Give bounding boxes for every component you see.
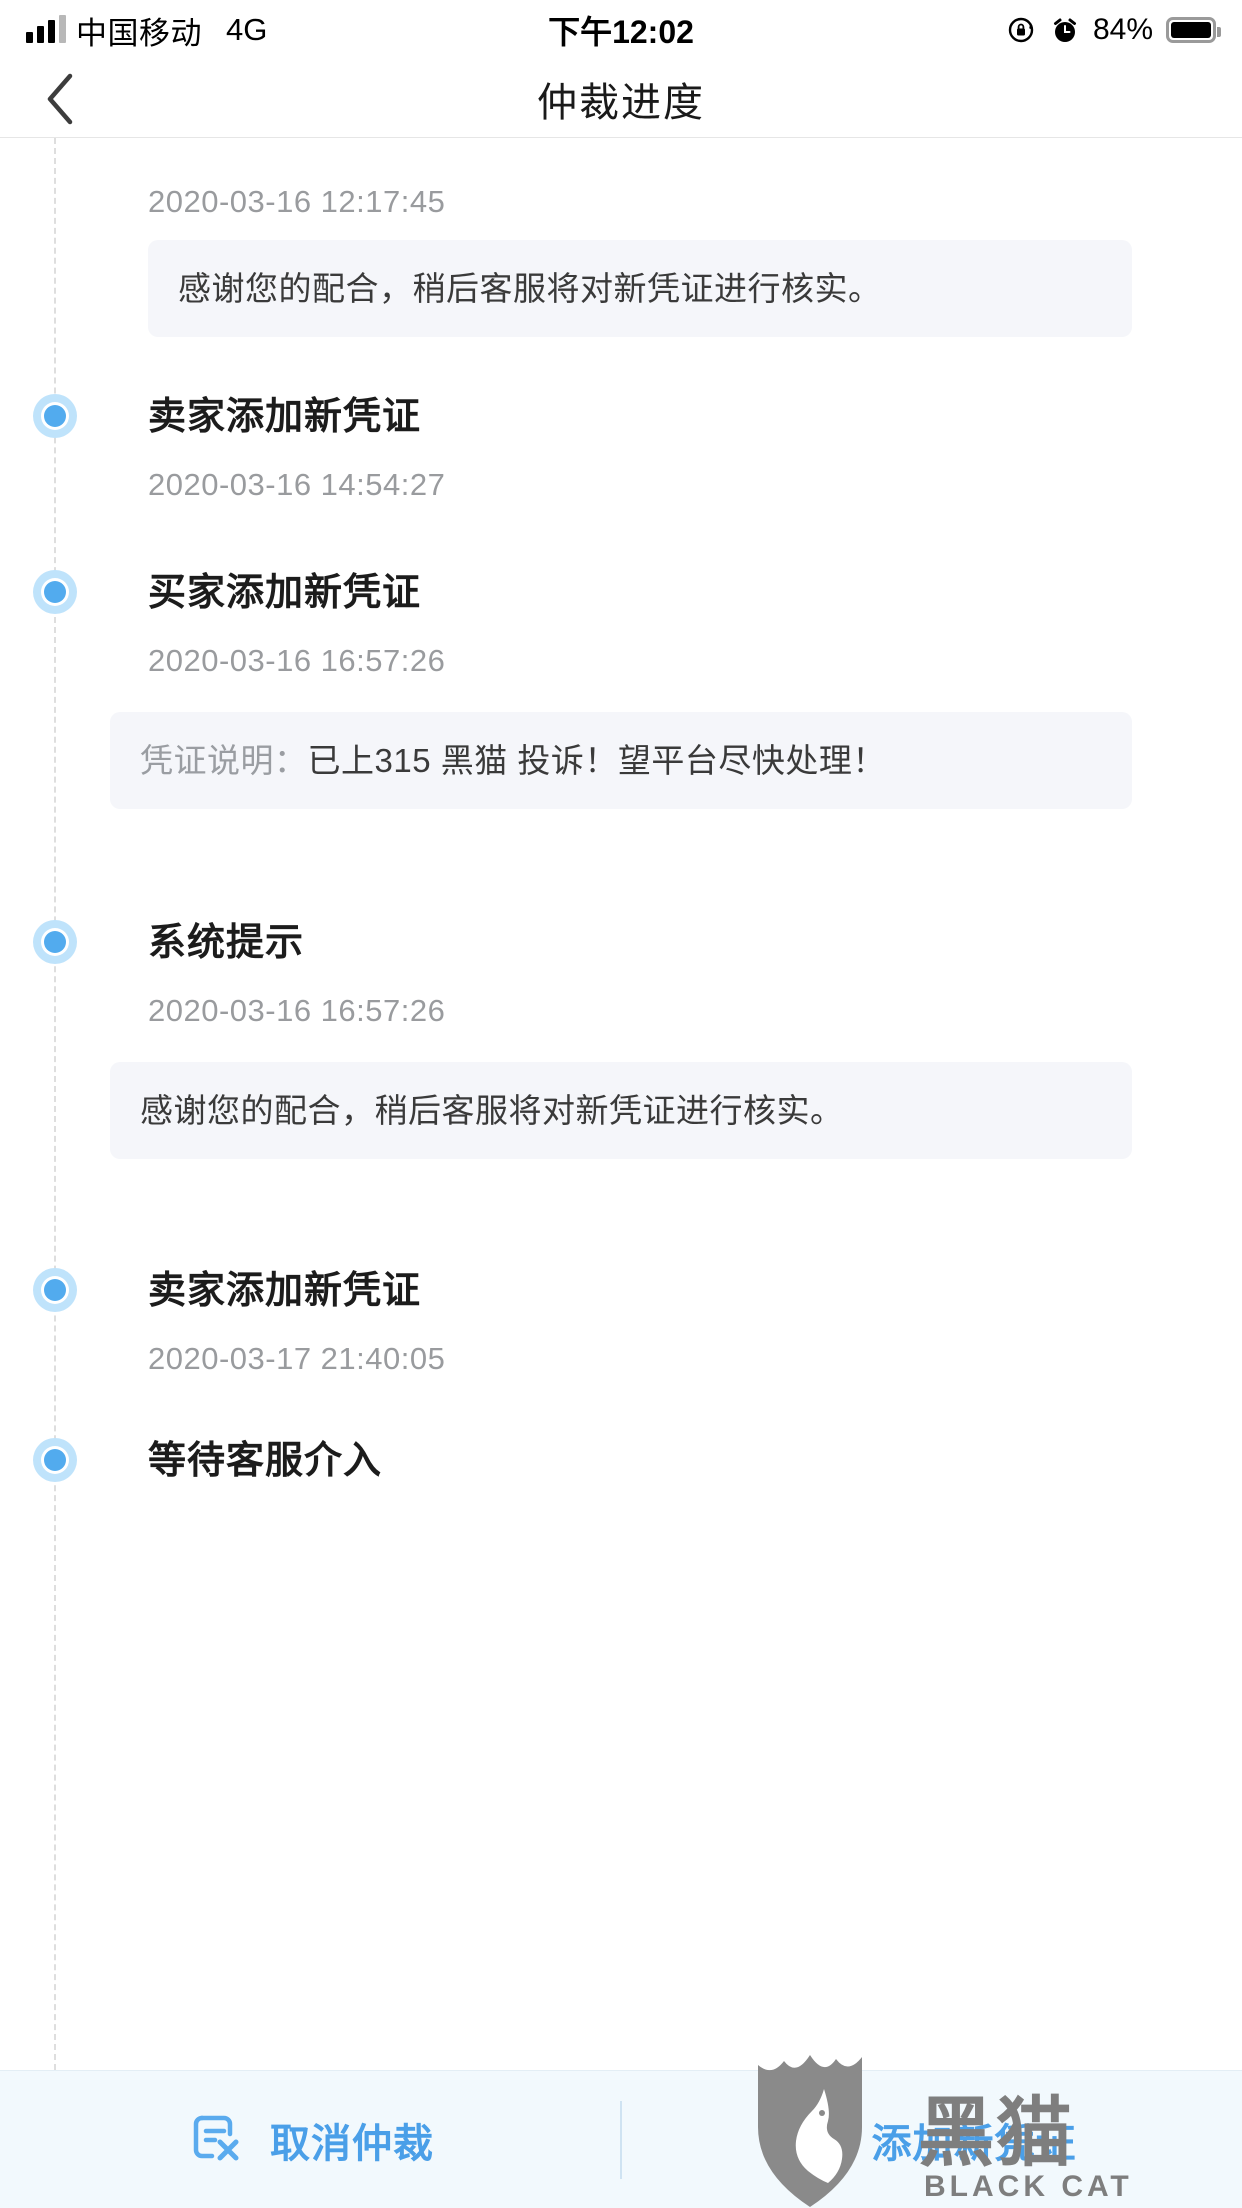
bubble-text: 感谢您的配合，稍后客服将对新凭证进行核实。 [140,1092,844,1129]
timeline-item-bubble: 凭证说明：已上315 黑猫 投诉！望平台尽快处理！ [110,712,1132,810]
timeline-item-time: 2020-03-16 16:57:26 [148,643,446,678]
app-screen: 中国移动 4G 下午12:02 84% 仲裁进度 2020-03-16 12:1… [0,0,1242,2208]
battery-percent-label: 84% [1092,13,1153,46]
add-voucher-label: 添加新凭证 [871,2121,1077,2166]
timeline-item-time: 2020-03-16 12:17:45 [148,184,446,219]
timeline-item-time: 2020-03-16 16:57:26 [148,993,446,1028]
carrier-label: 中国移动 [76,15,202,51]
timeline-item-title: 卖家添加新凭证 [148,1270,422,1312]
timeline-item[interactable]: 等待客服介入 [0,1428,1242,1538]
bubble-text: 感谢您的配合，稍后客服将对新凭证进行核实。 [178,270,882,307]
timeline-item-bubble: 感谢您的配合，稍后客服将对新凭证进行核实。 [148,240,1132,338]
bubble-label: 凭证说明： [140,742,308,779]
camera-icon [788,2106,850,2173]
timeline-dot-icon [33,394,77,438]
bottom-action-bar: 取消仲裁 添加新凭证 黑猫 BLACK CAT [0,2055,1242,2208]
back-button[interactable] [0,60,120,138]
status-bar: 中国移动 4G 下午12:02 84% [0,0,1242,60]
page-title: 仲裁进度 [537,80,705,125]
timeline-item-title: 等待客服介入 [148,1440,383,1482]
timeline-item-title: 卖家添加新凭证 [148,396,422,438]
timeline-dot-icon [33,570,77,614]
alarm-clock-icon [1050,15,1080,45]
status-bar-left: 中国移动 4G [26,8,267,53]
document-cancel-icon [186,2106,248,2173]
bubble-text: 已上315 黑猫 投诉！望平台尽快处理！ [307,742,886,779]
status-bar-right: 84% [1007,13,1221,47]
timeline-item[interactable]: 卖家添加新凭证 2020-03-17 21:40:05 [0,1250,1242,1428]
arbitration-timeline: 2020-03-16 12:17:45 感谢您的配合，稍后客服将对新凭证进行核实… [0,138,1242,2070]
timeline-dot-icon [33,1438,77,1482]
timeline-item-time: 2020-03-16 14:54:27 [148,467,446,502]
timeline-item[interactable]: 2020-03-16 12:17:45 感谢您的配合，稍后客服将对新凭证进行核实… [0,164,1242,376]
cancel-arbitration-button[interactable]: 取消仲裁 [0,2071,620,2208]
timeline-dot-icon [33,920,77,964]
cancel-arbitration-label: 取消仲裁 [270,2121,434,2166]
rotation-lock-icon [1007,15,1037,45]
timeline-item-time: 2020-03-17 21:40:05 [148,1341,446,1376]
timeline-item[interactable]: 卖家添加新凭证 2020-03-16 14:54:27 [0,376,1242,552]
timeline-item-bubble: 感谢您的配合，稍后客服将对新凭证进行核实。 [110,1062,1132,1160]
timeline-item-title: 买家添加新凭证 [148,572,422,614]
timeline-item-title: 系统提示 [148,922,305,964]
chevron-left-icon [47,73,73,124]
timeline-item[interactable]: 系统提示 2020-03-16 16:57:26 感谢您的配合，稍后客服将对新凭… [0,902,1242,1250]
timeline-dot-icon [33,1268,77,1312]
nav-bar: 仲裁进度 [0,60,1242,138]
add-voucher-button[interactable]: 添加新凭证 [622,2071,1242,2208]
signal-bars-icon [26,15,66,43]
network-type-label: 4G [226,12,268,47]
battery-icon [1166,17,1221,43]
timeline-item[interactable]: 买家添加新凭证 2020-03-16 16:57:26 凭证说明：已上315 黑… [0,552,1242,902]
